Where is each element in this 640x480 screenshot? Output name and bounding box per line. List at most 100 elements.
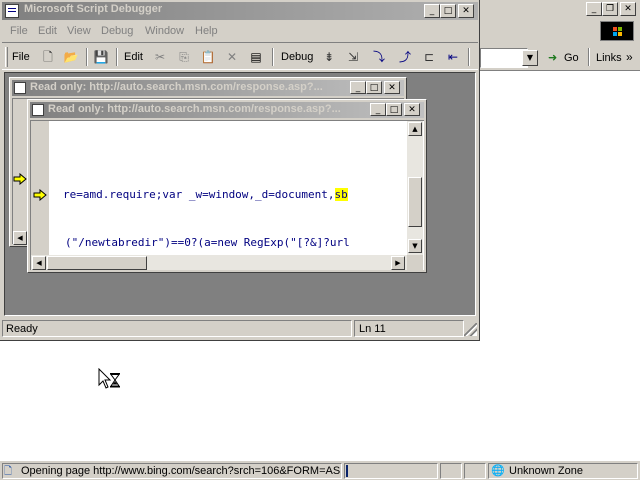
document-back-scroll-left-button[interactable]: ◀: [13, 231, 27, 245]
code-highlight: sb: [334, 188, 348, 201]
delete-icon[interactable]: ✕: [223, 48, 241, 66]
browser-status-bar: 🗋 Opening page http://www.bing.com/searc…: [0, 460, 640, 480]
step-over-icon[interactable]: ⤵: [370, 48, 388, 66]
debugger-maximize-button[interactable]: □: [440, 4, 456, 18]
toolbar-edit-label: Edit: [124, 51, 143, 63]
document-front-gutter: [31, 121, 49, 255]
browser-menu-bar: [478, 18, 640, 44]
debugger-title: Microsoft Script Debugger: [24, 3, 163, 15]
debugger-menu-bar: File Edit View Debug Window Help: [2, 22, 478, 41]
go-button-label[interactable]: Go: [564, 51, 579, 65]
current-statement-arrow-icon: [13, 173, 27, 185]
toolbar-separator: [116, 48, 118, 66]
menu-window[interactable]: Window: [145, 25, 184, 37]
browser-restore-button[interactable]: ❐: [602, 2, 618, 16]
status-line-panel: Ln 11: [354, 320, 464, 337]
debugger-close-button[interactable]: ✕: [458, 4, 474, 18]
document-back-title: Read only: http://auto.search.msn.com/re…: [30, 81, 323, 93]
vertical-scroll-thumb[interactable]: [408, 177, 422, 227]
scroll-up-button[interactable]: ▲: [408, 122, 422, 136]
toolbar-debug-label: Debug: [281, 51, 314, 63]
save-icon[interactable]: 💾: [92, 48, 110, 66]
progress-panel: [344, 463, 438, 479]
document-front-editor: re=amd.require;var _w=window,_d=document…: [30, 120, 424, 270]
step-into-icon[interactable]: ⇲: [344, 48, 362, 66]
resize-grip-icon[interactable]: [464, 323, 477, 336]
document-icon: [14, 82, 26, 94]
command-window-icon[interactable]: ⇤: [444, 48, 462, 66]
links-label[interactable]: Links: [596, 51, 622, 65]
scroll-left-button[interactable]: ◀: [32, 256, 46, 270]
menu-edit[interactable]: Edit: [38, 25, 57, 37]
code-line-1-text: re=amd.require;var _w=window,_d=document…: [63, 188, 335, 201]
call-stack-icon[interactable]: ⊏: [420, 48, 438, 66]
links-more-button[interactable]: »: [626, 50, 633, 64]
status-text-panel: 🗋 Opening page http://www.bing.com/searc…: [2, 463, 342, 479]
debugger-app-icon: [5, 4, 19, 18]
debugger-minimize-button[interactable]: _: [424, 4, 440, 18]
code-line-current: re=amd.require;var _w=window,_d=document…: [63, 188, 348, 202]
menu-file[interactable]: File: [10, 25, 28, 37]
status-ready-text: Ready: [6, 323, 38, 335]
browser-toolbar: ▼ ➜ Go Links »: [478, 44, 640, 70]
cut-icon[interactable]: ✂: [151, 48, 169, 66]
page-loading-icon: 🗋: [4, 466, 13, 477]
status-line-text: Ln 11: [359, 323, 386, 335]
status-panel-1: [440, 463, 462, 479]
browser-minimize-button[interactable]: _: [586, 2, 602, 16]
document-front-vertical-scrollbar[interactable]: ▲ ▼: [407, 121, 423, 255]
go-arrow-icon[interactable]: ➜: [548, 51, 562, 65]
hourglass-cursor-icon: [98, 367, 122, 392]
document-icon: [32, 104, 44, 116]
menu-view[interactable]: View: [67, 25, 91, 37]
script-debugger-window: Microsoft Script Debugger _ □ ✕ File Edi…: [0, 0, 480, 341]
document-front-minimize-button[interactable]: _: [370, 103, 386, 116]
debugger-status-bar: Ready Ln 11: [2, 319, 478, 339]
status-panel-2: [464, 463, 486, 479]
mdi-client-area: Read only: http://auto.search.msn.com/re…: [4, 72, 476, 316]
new-file-icon[interactable]: 🗋: [39, 48, 57, 66]
document-front-title: Read only: http://auto.search.msn.com/re…: [48, 103, 341, 115]
debugger-title-bar: Microsoft Script Debugger _ □ ✕: [2, 2, 478, 20]
toolbar-separator: [86, 48, 88, 66]
zone-text: Unknown Zone: [509, 465, 583, 477]
address-input[interactable]: [480, 48, 528, 68]
properties-icon[interactable]: ▤: [247, 48, 265, 66]
zone-panel: 🌐 Unknown Zone: [488, 463, 638, 479]
browser-content-area: [478, 70, 640, 71]
current-statement-arrow-icon: [33, 189, 47, 201]
globe-icon: 🌐: [491, 464, 505, 477]
status-text: Opening page http://www.bing.com/search?…: [21, 465, 341, 477]
open-folder-icon[interactable]: 📂: [62, 48, 80, 66]
document-window-front[interactable]: Read only: http://auto.search.msn.com/re…: [27, 99, 427, 273]
toolbar-separator: [588, 48, 590, 66]
document-back-close-button[interactable]: ✕: [384, 81, 400, 94]
horizontal-scroll-thumb[interactable]: [47, 256, 147, 270]
break-at-next-icon[interactable]: ⇟: [320, 48, 338, 66]
copy-icon[interactable]: ⎘: [175, 48, 193, 66]
toolbar-grip: [5, 47, 8, 67]
scroll-down-button[interactable]: ▼: [408, 239, 422, 253]
browser-close-button[interactable]: ✕: [620, 2, 636, 16]
windows-logo-icon: [600, 21, 634, 41]
document-front-horizontal-scrollbar[interactable]: ◀ ▶: [31, 255, 407, 270]
menu-debug[interactable]: Debug: [101, 25, 133, 37]
document-back-minimize-button[interactable]: _: [350, 81, 366, 94]
step-out-icon[interactable]: ⤴: [396, 48, 414, 66]
document-front-close-button[interactable]: ✕: [404, 103, 420, 116]
code-line-next: ("/newtabredir")==0?(a=new RegExp("[?&]?…: [65, 236, 350, 249]
browser-title-bar: _ ❐ ✕: [478, 0, 640, 18]
document-front-maximize-button[interactable]: □: [386, 103, 402, 116]
menu-help[interactable]: Help: [195, 25, 218, 37]
paste-icon[interactable]: 📋: [199, 48, 217, 66]
document-back-title-bar: Read only: http://auto.search.msn.com/re…: [12, 80, 404, 96]
scroll-right-button[interactable]: ▶: [391, 256, 405, 270]
document-front-title-bar: Read only: http://auto.search.msn.com/re…: [30, 102, 424, 118]
document-back-maximize-button[interactable]: □: [366, 81, 382, 94]
debugger-toolbar: File 🗋 📂 💾 Edit ✂ ⎘ 📋 ✕ ▤ Debug ⇟ ⇲ ⤵ ⤴ …: [2, 42, 478, 70]
toolbar-separator: [468, 48, 470, 66]
toolbar-separator: [272, 48, 274, 66]
size-corner: [407, 255, 423, 270]
address-dropdown-button[interactable]: ▼: [522, 50, 538, 66]
toolbar-file-label: File: [12, 51, 30, 63]
